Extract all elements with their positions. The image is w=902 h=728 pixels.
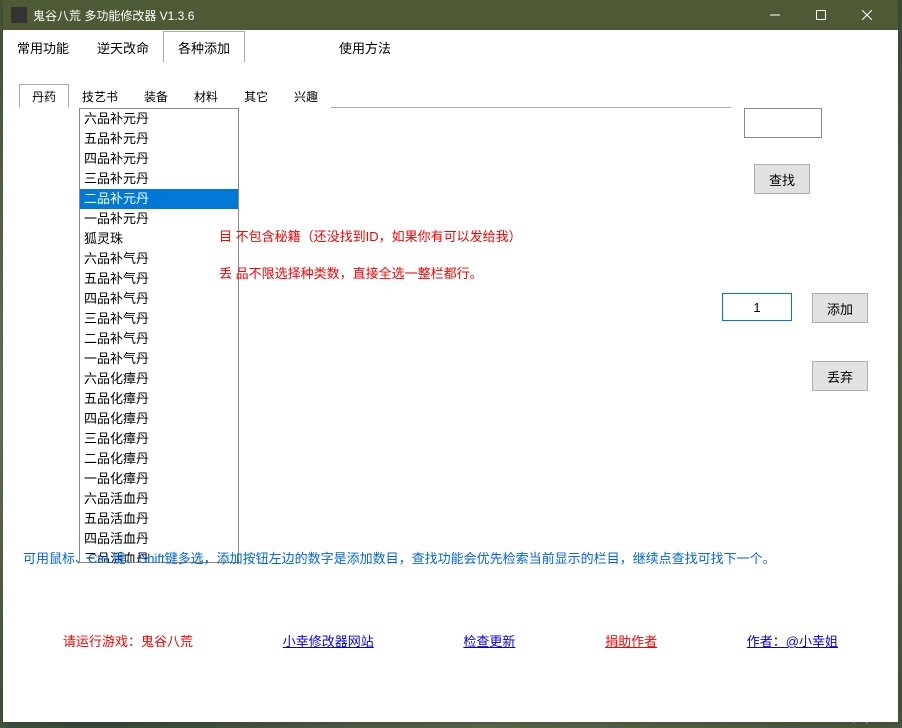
footer-author-link[interactable]: 作者：@小幸姐 (747, 631, 838, 650)
list-item[interactable]: 六品补元丹 (80, 109, 238, 129)
window-title: 鬼谷八荒 多功能修改器 V1.3.6 (33, 7, 752, 24)
main-tab-usage[interactable]: 使用方法 (325, 32, 405, 64)
search-button[interactable]: 查找 (754, 164, 810, 194)
main-tab-add[interactable]: 各种添加 (163, 31, 245, 63)
list-item[interactable]: 四品补元丹 (80, 149, 238, 169)
close-button[interactable] (844, 0, 890, 30)
footer-row: 请运行游戏：鬼谷八荒 小幸修改器网站 检查更新 捐助作者 作者：@小幸姐 (23, 631, 878, 650)
footer-donate-link[interactable]: 捐助作者 (605, 631, 657, 650)
list-item[interactable]: 二品补气丹 (80, 329, 238, 349)
list-item[interactable]: 二品化瘴丹 (80, 449, 238, 469)
list-item[interactable]: 六品补气丹 (80, 249, 238, 269)
list-item[interactable]: 五品补气丹 (80, 269, 238, 289)
maximize-button[interactable] (798, 0, 844, 30)
app-icon (11, 7, 27, 23)
list-item[interactable]: 一品补气丹 (80, 349, 238, 369)
content-area: 丹药 技艺书 装备 材料 其它 兴趣 六品补元丹五品补元丹四品补元丹三品补元丹二… (3, 62, 898, 682)
list-item[interactable]: 一品补元丹 (80, 209, 238, 229)
list-item[interactable]: 一品化瘴丹 (80, 469, 238, 489)
list-item[interactable]: 三品化瘴丹 (80, 429, 238, 449)
list-item[interactable]: 三品补元丹 (80, 169, 238, 189)
search-input[interactable] (744, 108, 822, 138)
list-item[interactable]: 五品化瘴丹 (80, 389, 238, 409)
list-item[interactable]: 四品活血丹 (80, 529, 238, 549)
hint-text: 可用鼠标、CtrL键、Shift键多选，添加按钮左边的数字是添加数目，查找功能会… (23, 548, 878, 567)
info-text-line1: 目 不包含秘籍（还没找到ID，如果你有可以发给我） (219, 226, 522, 245)
titlebar: 鬼谷八荒 多功能修改器 V1.3.6 (3, 0, 898, 30)
main-tab-fate[interactable]: 逆天改命 (83, 32, 163, 64)
discard-button[interactable]: 丢弃 (812, 361, 868, 391)
list-item[interactable]: 五品补元丹 (80, 129, 238, 149)
list-item[interactable]: 三品补气丹 (80, 309, 238, 329)
footer-run-game: 请运行游戏：鬼谷八荒 (63, 631, 193, 650)
sub-tab-equipment[interactable]: 装备 (131, 84, 181, 108)
item-listbox[interactable]: 六品补元丹五品补元丹四品补元丹三品补元丹二品补元丹一品补元丹狐灵珠六品补气丹五品… (79, 108, 239, 563)
app-window: 鬼谷八荒 多功能修改器 V1.3.6 常用功能 逆天改命 各种添加 使用方法 丹… (3, 0, 898, 722)
add-button[interactable]: 添加 (812, 293, 868, 323)
footer-site-link[interactable]: 小幸修改器网站 (283, 631, 374, 650)
list-item[interactable]: 六品化瘴丹 (80, 369, 238, 389)
quantity-input[interactable] (722, 293, 792, 321)
sub-tab-skillbook[interactable]: 技艺书 (69, 84, 131, 108)
info-text-line2: 丢 品不限选择种类数，直接全选一整栏都行。 (219, 263, 483, 282)
sub-tab-interest[interactable]: 兴趣 (281, 84, 331, 108)
sub-tabs: 丹药 技艺书 装备 材料 其它 兴趣 (19, 84, 882, 108)
sub-tab-material[interactable]: 材料 (181, 84, 231, 108)
list-item[interactable]: 四品补气丹 (80, 289, 238, 309)
list-item[interactable]: 二品补元丹 (80, 189, 238, 209)
main-tabs: 常用功能 逆天改命 各种添加 使用方法 (3, 30, 898, 62)
watermark: 吾爱破解论坛 www.52pojie.cn (811, 695, 894, 724)
minimize-button[interactable] (752, 0, 798, 30)
sub-content: 六品补元丹五品补元丹四品补元丹三品补元丹二品补元丹一品补元丹狐灵珠六品补气丹五品… (19, 108, 882, 573)
list-item[interactable]: 六品活血丹 (80, 489, 238, 509)
sub-tab-other[interactable]: 其它 (231, 84, 281, 108)
list-item[interactable]: 五品活血丹 (80, 509, 238, 529)
list-item[interactable]: 四品化瘴丹 (80, 409, 238, 429)
sub-tab-pill[interactable]: 丹药 (19, 84, 69, 108)
footer-check-update-link[interactable]: 检查更新 (463, 631, 515, 650)
main-tab-common[interactable]: 常用功能 (3, 32, 83, 64)
list-item[interactable]: 狐灵珠 (80, 229, 238, 249)
